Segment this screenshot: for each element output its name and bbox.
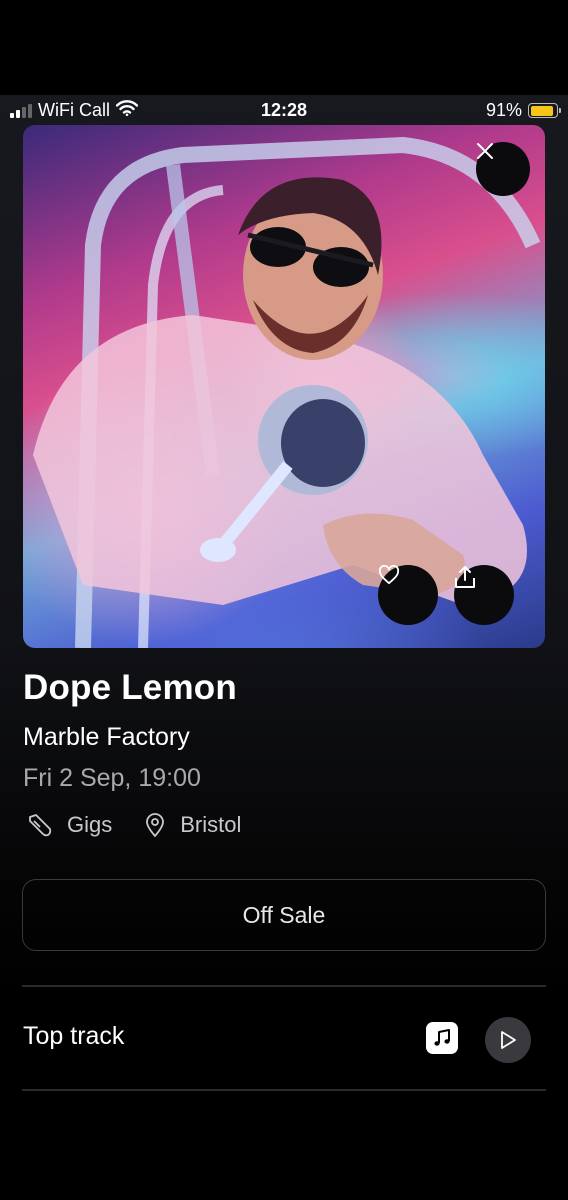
play-preview-button[interactable] (485, 1017, 531, 1063)
guitar-icon (29, 814, 52, 837)
event-datetime: Fri 2 Sep, 19:00 (23, 764, 201, 792)
category-tag[interactable]: Gigs (27, 812, 112, 838)
battery-percent: 91% (485, 100, 522, 120)
favorite-button[interactable] (378, 565, 438, 625)
heart-icon (378, 565, 400, 585)
venue-name[interactable]: Marble Factory (23, 723, 190, 752)
divider-bottom (22, 1089, 546, 1091)
status-bar: WiFi Call 12:28 91% (0, 95, 568, 127)
share-button[interactable] (454, 565, 514, 625)
status-right: 91% (485, 100, 561, 121)
city-label: Bristol (180, 812, 242, 837)
apple-music-button[interactable] (426, 1022, 458, 1054)
top-track-label: Top track (23, 1022, 125, 1050)
event-title: Dope Lemon (23, 668, 237, 707)
event-hero-image (23, 125, 545, 648)
play-icon (501, 1031, 516, 1049)
category-label: Gigs (67, 812, 113, 837)
music-note-icon (434, 1029, 450, 1046)
battery-icon (528, 103, 561, 118)
share-icon (455, 566, 475, 588)
location-pin-icon (146, 813, 165, 837)
status-time: 12:28 (260, 100, 308, 120)
divider-top (22, 985, 546, 987)
event-tags: Gigs Bristol (27, 812, 273, 838)
close-icon (477, 143, 493, 159)
close-button[interactable] (476, 142, 530, 196)
city-tag[interactable]: Bristol (144, 812, 241, 838)
screen: WiFi Call 12:28 91% Dope Lemon Marble Fa… (0, 0, 568, 1200)
off-sale-button[interactable]: Off Sale (22, 879, 546, 951)
